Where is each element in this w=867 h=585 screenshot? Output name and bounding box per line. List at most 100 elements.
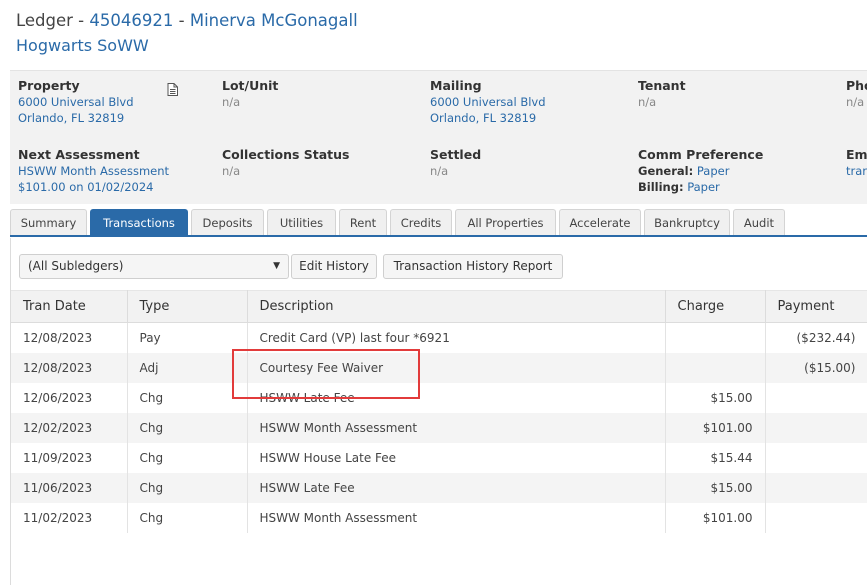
settled-value: n/a — [430, 164, 449, 178]
type-cell: Adj — [127, 352, 248, 383]
account-number-link[interactable]: 45046921 — [89, 11, 173, 30]
tenant-value: n/a — [638, 95, 657, 109]
tab-bankruptcy[interactable]: Bankruptcy — [644, 209, 730, 235]
phone-label: Pho — [846, 78, 867, 93]
email-value[interactable]: trar — [846, 163, 867, 179]
table-row[interactable]: 11/09/2023 Chg HSWW House Late Fee $15.4… — [11, 442, 867, 473]
property-address-line2[interactable]: Orlando, FL 32819 — [18, 110, 208, 126]
page-title: Ledger - 45046921 - Minerva McGonagall — [16, 10, 358, 32]
settled-info: Settled n/a — [430, 146, 630, 179]
email-label: Ema — [846, 147, 867, 162]
payment-cell — [765, 502, 867, 533]
collections-status-label: Collections Status — [222, 147, 350, 162]
payment-cell: ($15.00) — [765, 352, 867, 383]
owner-name-link[interactable]: Minerva McGonagall — [190, 11, 358, 30]
table-row[interactable]: 12/02/2023 Chg HSWW Month Assessment $10… — [11, 412, 867, 443]
transaction-history-report-button[interactable]: Transaction History Report — [383, 254, 563, 279]
collections-status-info: Collections Status n/a — [222, 146, 422, 179]
tab-audit[interactable]: Audit — [733, 209, 785, 235]
mailing-address-line2[interactable]: Orlando, FL 32819 — [430, 110, 630, 126]
tran-date-cell: 11/09/2023 — [11, 442, 128, 473]
tran-date-cell: 12/06/2023 — [11, 382, 128, 413]
payment-cell — [765, 382, 867, 413]
subledger-select[interactable]: (All Subledgers) ▼ — [19, 254, 289, 279]
description-cell: Courtesy Fee Waiver — [247, 352, 666, 383]
chevron-down-icon: ▼ — [273, 261, 280, 271]
tab-transactions[interactable]: Transactions — [90, 209, 188, 235]
association-link[interactable]: Hogwarts SoWW — [16, 35, 149, 57]
description-cell: HSWW Month Assessment — [247, 412, 666, 443]
next-assessment-info: Next Assessment HSWW Month Assessment $1… — [18, 146, 218, 195]
property-label: Property — [18, 78, 80, 93]
next-assessment-label: Next Assessment — [18, 147, 140, 162]
table-row[interactable]: 11/02/2023 Chg HSWW Month Assessment $10… — [11, 502, 867, 533]
property-info: Property 6000 Universal Blvd Orlando, FL… — [18, 77, 208, 126]
comm-preference-billing[interactable]: Billing: Paper — [638, 179, 838, 195]
charge-cell: $15.44 — [665, 442, 766, 473]
type-cell: Chg — [127, 382, 248, 413]
description-cell: HSWW Late Fee — [247, 382, 666, 413]
tab-all-properties[interactable]: All Properties — [455, 209, 556, 235]
column-header-tran-date[interactable]: Tran Date — [11, 290, 128, 323]
tran-date-cell: 12/08/2023 — [11, 322, 128, 353]
column-header-type[interactable]: Type — [127, 290, 248, 323]
general-value: Paper — [696, 164, 730, 178]
tab-utilities[interactable]: Utilities — [267, 209, 336, 235]
tab-summary[interactable]: Summary — [10, 209, 87, 235]
payment-cell — [765, 472, 867, 503]
tab-credits[interactable]: Credits — [390, 209, 452, 235]
lot-unit-value: n/a — [222, 95, 241, 109]
description-cell: HSWW Month Assessment — [247, 502, 666, 533]
transactions-panel: (All Subledgers) ▼ Edit History Transact… — [10, 238, 867, 585]
phone-info: Pho n/a — [846, 77, 867, 110]
tran-date-cell: 11/02/2023 — [11, 502, 128, 533]
charge-cell: $101.00 — [665, 502, 766, 533]
charge-cell — [665, 322, 766, 353]
next-assessment-amount[interactable]: $101.00 on 01/02/2024 — [18, 179, 218, 195]
column-header-description[interactable]: Description — [247, 290, 666, 323]
tenant-info: Tenant n/a — [638, 77, 828, 110]
type-cell: Chg — [127, 442, 248, 473]
table-row[interactable]: 11/06/2023 Chg HSWW Late Fee $15.00 — [11, 472, 867, 503]
type-cell: Pay — [127, 322, 248, 353]
tenant-label: Tenant — [638, 78, 686, 93]
billing-label: Billing: — [638, 180, 684, 194]
payment-cell — [765, 442, 867, 473]
settled-label: Settled — [430, 147, 482, 162]
tran-date-cell: 12/02/2023 — [11, 412, 128, 443]
lot-unit-label: Lot/Unit — [222, 78, 279, 93]
phone-value: n/a — [846, 95, 865, 109]
transactions-toolbar: (All Subledgers) ▼ Edit History Transact… — [11, 238, 867, 288]
description-cell: HSWW House Late Fee — [247, 442, 666, 473]
comm-preference-info: Comm Preference General: Paper Billing: … — [638, 146, 838, 195]
email-info: Ema trar — [846, 146, 867, 179]
ledger-tabs: Summary Transactions Deposits Utilities … — [10, 209, 867, 237]
table-row[interactable]: 12/08/2023 Adj Courtesy Fee Waiver ($15.… — [11, 352, 867, 383]
table-header-row: Tran Date Type Description Charge Paymen… — [11, 290, 867, 323]
column-header-payment[interactable]: Payment — [765, 290, 867, 323]
tab-deposits[interactable]: Deposits — [191, 209, 264, 235]
mailing-info: Mailing 6000 Universal Blvd Orlando, FL … — [430, 77, 630, 126]
collections-status-value: n/a — [222, 164, 241, 178]
table-row[interactable]: 12/06/2023 Chg HSWW Late Fee $15.00 — [11, 382, 867, 413]
charge-cell: $101.00 — [665, 412, 766, 443]
next-assessment-name[interactable]: HSWW Month Assessment — [18, 163, 218, 179]
mailing-address-line1[interactable]: 6000 Universal Blvd — [430, 94, 630, 110]
account-info-panel: Property 6000 Universal Blvd Orlando, FL… — [10, 70, 867, 204]
type-cell: Chg — [127, 412, 248, 443]
transactions-table: Tran Date Type Description Charge Paymen… — [11, 290, 867, 533]
edit-history-button[interactable]: Edit History — [291, 254, 377, 279]
table-row[interactable]: 12/08/2023 Pay Credit Card (VP) last fou… — [11, 322, 867, 353]
charge-cell: $15.00 — [665, 382, 766, 413]
document-icon[interactable] — [167, 83, 178, 96]
property-address-line1[interactable]: 6000 Universal Blvd — [18, 94, 208, 110]
charge-cell: $15.00 — [665, 472, 766, 503]
tab-accelerate[interactable]: Accelerate — [559, 209, 641, 235]
general-label: General: — [638, 164, 694, 178]
column-header-charge[interactable]: Charge — [665, 290, 766, 323]
tran-date-cell: 12/08/2023 — [11, 352, 128, 383]
comm-preference-general[interactable]: General: Paper — [638, 163, 838, 179]
description-cell: HSWW Late Fee — [247, 472, 666, 503]
subledger-select-value: (All Subledgers) — [28, 259, 124, 273]
tab-rent[interactable]: Rent — [339, 209, 387, 235]
